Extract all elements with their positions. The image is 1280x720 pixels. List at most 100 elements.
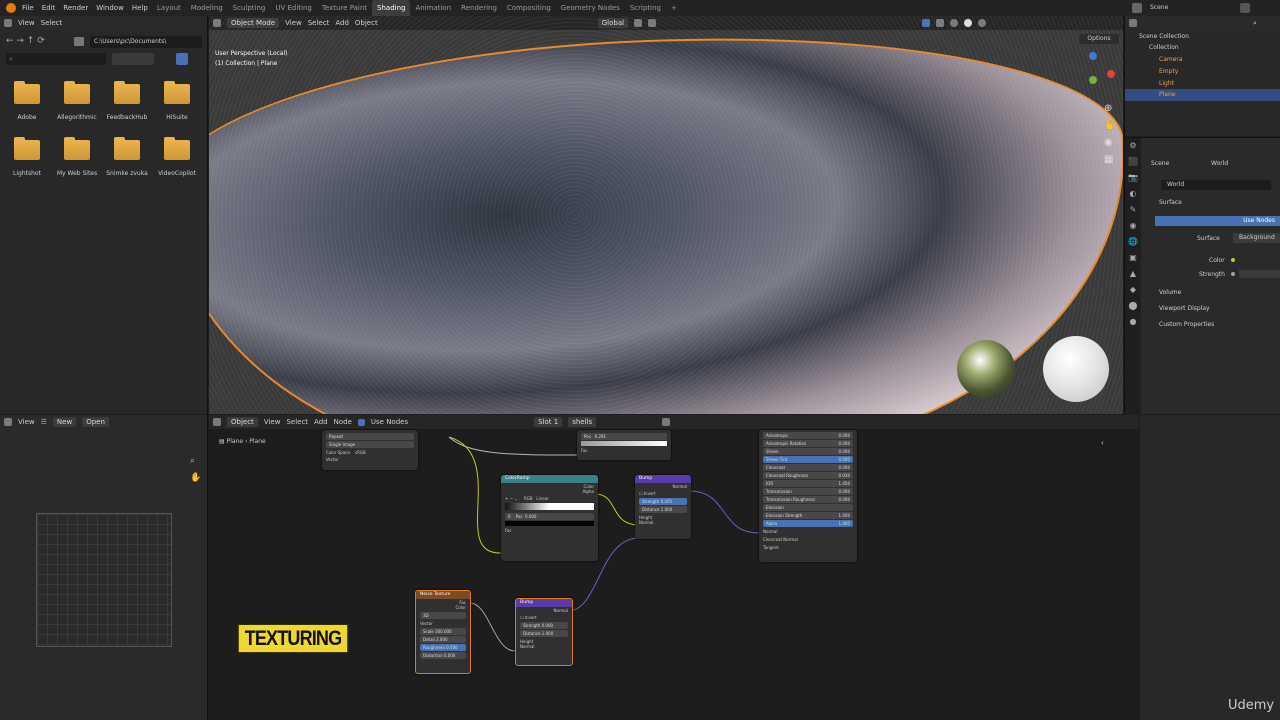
outliner-item-light[interactable]: Light [1159, 80, 1174, 87]
menu-view[interactable]: View [18, 19, 35, 27]
principled-input-row[interactable]: Transmission 0.000 [763, 488, 853, 495]
principled-input-row[interactable]: Clearcoat Roughness 0.030 [763, 472, 853, 479]
scale-field[interactable]: Scale 300.000 [420, 628, 466, 635]
file-item[interactable]: FeedbackHub [102, 81, 152, 121]
distance-field[interactable]: Distance 1.000 [520, 630, 568, 637]
principled-input-row[interactable]: Clearcoat 0.000 [763, 464, 853, 471]
image-texture-node[interactable]: Repeat Single Image Color Space sRGB Vec… [322, 430, 418, 470]
outliner-item-empty[interactable]: Empty [1159, 68, 1178, 75]
detail-field[interactable]: Detail 2.000 [420, 636, 466, 643]
ramp-gradient-bar[interactable] [505, 503, 594, 510]
custom-properties-panel[interactable]: Custom Properties [1159, 321, 1214, 328]
strength-field[interactable] [1239, 270, 1280, 278]
tab-texture-paint[interactable]: Texture Paint [317, 0, 372, 16]
surface-shader-field[interactable]: Background [1233, 233, 1280, 243]
file-item[interactable]: Allegorithmic [52, 81, 102, 121]
extension-field[interactable]: Repeat [326, 433, 414, 440]
shader-node-editor[interactable]: Object View Select Add Node Use Nodes Sl… [209, 415, 1139, 720]
colorramp-node[interactable]: ColorRamp Color Alpha + − ⌄ RGB Linear 0… [501, 475, 598, 561]
file-item[interactable]: Adobe [2, 81, 52, 121]
tab-scripting[interactable]: Scripting [625, 0, 666, 16]
ramp-color-swatch[interactable] [505, 521, 594, 526]
overlay-icon[interactable] [936, 19, 945, 27]
uv-grid[interactable] [36, 513, 172, 647]
navigation-gizmo[interactable] [1071, 52, 1115, 96]
material-preview-icon[interactable] [964, 19, 973, 27]
viewport-display-panel[interactable]: Viewport Display [1159, 305, 1210, 312]
file-item[interactable]: HiSuite [152, 81, 202, 121]
menu-object[interactable]: Object [355, 19, 378, 27]
3d-viewport[interactable]: Object Mode View Select Add Object Globa… [209, 16, 1123, 414]
pivot-icon[interactable] [634, 19, 643, 27]
new-folder-icon[interactable] [74, 37, 84, 46]
principled-input-row[interactable]: Transmission Roughness 0.000 [763, 496, 853, 503]
pos-field[interactable]: Pos 0.291 [581, 433, 667, 440]
menu-window[interactable]: Window [96, 0, 124, 16]
menu-icon[interactable]: ☰ [41, 418, 47, 426]
editor-type-icon[interactable] [213, 19, 221, 27]
orientation-dropdown[interactable]: Global [597, 18, 629, 28]
principled-input-row[interactable]: Alpha 1.000 [763, 520, 853, 527]
noise-texture-node[interactable]: Noise Texture Fac Color 3D Vector Scale … [415, 590, 471, 674]
mode-dropdown[interactable]: RGB [524, 496, 533, 501]
filter-icon[interactable] [176, 53, 188, 65]
bump-node-2[interactable]: Bump Normal ☐ Invert Strength 0.000 Dist… [515, 598, 573, 666]
ramp-pos-row[interactable]: 0 Pos 0.000 [505, 513, 594, 520]
color-space-value[interactable]: sRGB [355, 450, 366, 455]
outliner-item-camera[interactable]: Camera [1159, 56, 1183, 63]
dimensions-dropdown[interactable]: 3D [420, 612, 466, 619]
invert-checkbox[interactable]: ☐ Invert [635, 490, 691, 497]
menu-select[interactable]: Select [41, 19, 63, 27]
file-item[interactable]: VideoCopilot [152, 137, 202, 177]
strength-field[interactable]: Strength 0.000 [520, 622, 568, 629]
nav-arrows-icon[interactable]: ← → ↑ ⟳ [6, 36, 45, 46]
world-datablock-field[interactable]: World [1161, 180, 1271, 190]
tab-sculpting[interactable]: Sculpting [228, 0, 271, 16]
roughness-field[interactable]: Roughness 0.500 [420, 644, 466, 651]
gizmo-toggle-icon[interactable] [922, 19, 931, 27]
principled-input-row[interactable]: Emission [763, 504, 853, 511]
tab-compositing[interactable]: Compositing [502, 0, 556, 16]
use-nodes-button[interactable]: Use Nodes [1155, 216, 1280, 226]
blender-logo-icon[interactable] [6, 3, 16, 13]
invert-checkbox[interactable]: ☐ Invert [516, 614, 572, 621]
projection-field[interactable]: Single Image [326, 441, 414, 448]
principled-input-row[interactable]: Anisotropic Rotation 0.000 [763, 440, 853, 447]
view-layer-icon[interactable] [1240, 3, 1250, 13]
path-field[interactable]: C:\Users\pc\Documents\ [90, 36, 202, 48]
filter-icon[interactable]: ⌕ [1253, 19, 1257, 28]
menu-add[interactable]: Add [335, 19, 349, 27]
filter-search-input[interactable]: ⌕ [6, 53, 106, 65]
viewport-nav-icons[interactable]: ⊕ ✋ ◉ ▦ [1104, 100, 1116, 168]
interpolation-dropdown[interactable]: Linear [536, 496, 548, 501]
options-dropdown[interactable]: Options [1079, 34, 1119, 44]
distance-field[interactable]: Distance 1.000 [639, 506, 687, 513]
display-mode-toggle[interactable] [112, 53, 154, 65]
new-image-button[interactable]: New [52, 417, 77, 427]
image-nav-icons[interactable]: ⌕ ✋ [190, 453, 201, 487]
editor-type-icon[interactable] [4, 418, 12, 426]
strength-socket-icon[interactable] [1231, 272, 1235, 276]
menu-view[interactable]: View [18, 418, 35, 426]
distortion-field[interactable]: Distortion 0.000 [420, 652, 466, 659]
scene-collection[interactable]: Scene Collection [1139, 33, 1189, 40]
y-axis-icon[interactable] [1089, 76, 1097, 84]
menu-file[interactable]: File [22, 0, 34, 16]
bump-node-1[interactable]: Bump Normal ☐ Invert Strength 0.405 Dist… [635, 475, 691, 539]
rendered-shading-icon[interactable] [978, 19, 987, 27]
tab-geometry-nodes[interactable]: Geometry Nodes [556, 0, 625, 16]
volume-panel[interactable]: Volume [1159, 289, 1181, 296]
principled-input-row[interactable]: Emission Strength 1.000 [763, 512, 853, 519]
principled-input-row[interactable]: IOR 1.450 [763, 480, 853, 487]
strength-field[interactable]: Strength 0.405 [639, 498, 687, 505]
x-axis-icon[interactable] [1107, 70, 1115, 78]
tab-modeling[interactable]: Modeling [186, 0, 228, 16]
principled-input-row[interactable]: Anisotropic 0.000 [763, 432, 853, 439]
snap-icon[interactable] [648, 19, 657, 27]
z-axis-icon[interactable] [1089, 52, 1097, 60]
tab-rendering[interactable]: Rendering [456, 0, 502, 16]
ramp-gradient[interactable] [581, 441, 667, 446]
menu-edit[interactable]: Edit [42, 0, 56, 16]
scene-selector[interactable]: Scene [1150, 4, 1168, 11]
principled-bsdf-node[interactable]: Anisotropic 0.000 Anisotropic Rotation 0.00… [759, 430, 857, 562]
